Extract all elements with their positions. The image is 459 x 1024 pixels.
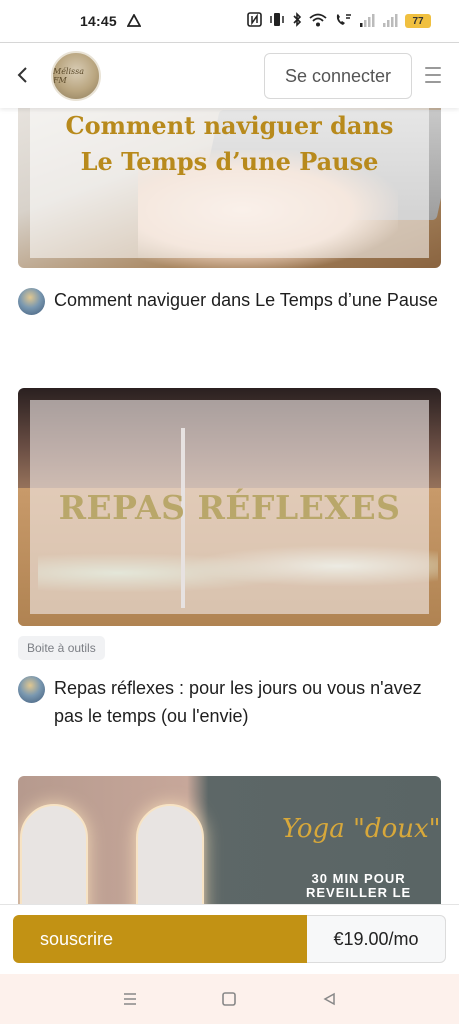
thumbnail-overlay-text: Yoga "doux" (282, 814, 441, 844)
post-title-row[interactable]: Repas réflexes : pour les jours ou vous … (18, 674, 441, 730)
back-arrow-icon[interactable] (12, 63, 32, 87)
subscribe-bar: souscrire €19.00/mo (0, 904, 459, 974)
creator-logo[interactable]: Mélissa FM (51, 51, 101, 101)
bluetooth-icon (292, 12, 302, 30)
post-thumbnail[interactable]: REPAS RÉFLEXES (18, 388, 441, 626)
thumbnail-overlay-text: Comment naviguer dans Le Temps d’une Pau… (65, 111, 394, 176)
post-thumbnail[interactable]: Yoga "doux" 30 MIN POUR REVEILLER LE (18, 776, 441, 904)
top-header: Mélissa FM Se connecter (0, 42, 459, 108)
subscribe-button[interactable]: souscrire (13, 915, 307, 963)
home-icon[interactable] (219, 989, 239, 1009)
avatar (18, 288, 45, 315)
signal-icon (382, 13, 398, 30)
volte-call-icon (334, 13, 352, 30)
subscription-price: €19.00/mo (307, 915, 446, 963)
post-feed[interactable]: Comment naviguer dans Le Temps d’une Pau… (0, 108, 459, 904)
recent-apps-icon[interactable] (120, 989, 140, 1009)
post-thumbnail[interactable]: Comment naviguer dans Le Temps d’une Pau… (18, 108, 441, 268)
post-title[interactable]: Repas réflexes : pour les jours ou vous … (54, 674, 441, 730)
status-icons: 77 (247, 12, 431, 30)
nfc-icon (247, 12, 262, 30)
login-button[interactable]: Se connecter (264, 53, 412, 99)
status-bar: 14:45 77 (0, 0, 459, 42)
avatar (18, 676, 45, 703)
vibrate-icon (269, 12, 285, 30)
logo-text: Mélissa FM (53, 67, 85, 85)
drive-icon (126, 13, 142, 28)
post-title-row[interactable]: Comment naviguer dans Le Temps d’une Pau… (18, 286, 441, 315)
battery-icon: 77 (405, 14, 431, 28)
system-nav-bar (0, 974, 459, 1024)
thumbnail-overlay-subtext: 30 MIN POUR REVEILLER LE (306, 871, 412, 900)
category-tag[interactable]: Boite à outils (18, 636, 105, 660)
hamburger-menu-icon[interactable] (425, 67, 441, 83)
post-title[interactable]: Comment naviguer dans Le Temps d’une Pau… (54, 286, 438, 314)
screen: 14:45 77 Mélissa FM Se connecter Comment… (0, 0, 459, 1024)
back-icon[interactable] (319, 989, 339, 1009)
status-time: 14:45 (80, 13, 117, 29)
wifi-icon (309, 13, 327, 30)
signal-icon (359, 13, 375, 30)
thumbnail-overlay-text: REPAS RÉFLEXES (58, 488, 401, 527)
